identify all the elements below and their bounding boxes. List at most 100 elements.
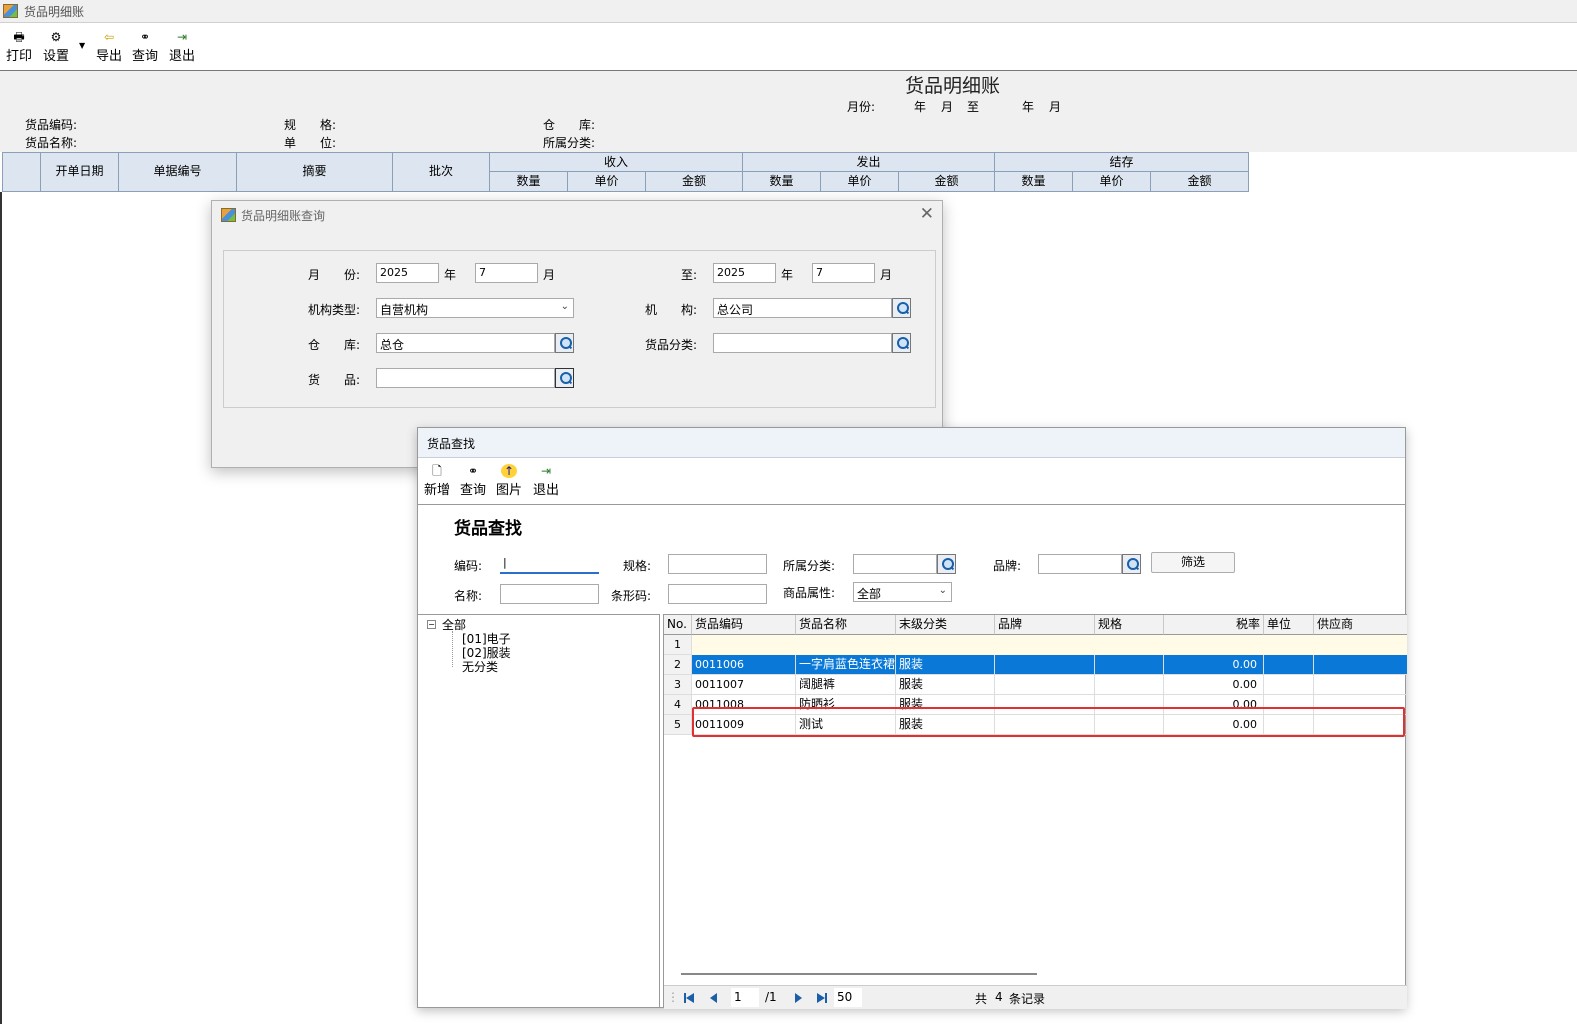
name-label: 名称: xyxy=(454,589,483,603)
barcode-input[interactable] xyxy=(668,584,767,604)
row-number: 1 xyxy=(664,635,692,655)
settings-dropdown-icon[interactable]: ▼ xyxy=(79,41,85,50)
cell-brand xyxy=(995,655,1095,675)
col-tax-rate[interactable]: 税率 xyxy=(1164,615,1264,635)
total-suffix: 条记录 xyxy=(1009,992,1046,1006)
month-to-input[interactable]: 7 xyxy=(812,263,875,283)
cell-unit xyxy=(1264,675,1314,695)
table-row[interactable]: 1 xyxy=(664,635,1407,655)
org-type-select[interactable]: 自营机构 ⌄ xyxy=(376,298,574,318)
collapse-icon[interactable]: − xyxy=(427,620,436,629)
col-batch[interactable]: 批次 xyxy=(393,153,490,191)
search-query-button[interactable]: ⚭ 查询 xyxy=(455,464,491,498)
last-page-icon[interactable] xyxy=(817,993,825,1003)
goods-input[interactable] xyxy=(376,368,555,388)
export-button[interactable]: ⇦ 导出 xyxy=(91,30,127,64)
attr-select[interactable]: 全部 ⌄ xyxy=(853,582,952,602)
brand-input[interactable] xyxy=(1038,554,1122,574)
goods-label: 货 品: xyxy=(308,373,361,387)
cell-category: 服装 xyxy=(896,675,995,695)
spec-filter-label: 规格: xyxy=(623,559,652,573)
org-search-icon[interactable] xyxy=(892,298,911,318)
print-button[interactable]: 🖶 打印 xyxy=(1,30,37,64)
next-page-icon[interactable] xyxy=(795,993,802,1003)
year-from-input[interactable]: 2025 xyxy=(376,263,439,283)
first-page-icon[interactable] xyxy=(686,993,694,1003)
cell-code: 0011006 xyxy=(692,655,796,675)
attr-label: 商品属性: xyxy=(783,586,836,600)
col-group-out: 发出 xyxy=(743,153,995,172)
new-button[interactable]: 🗋 新增 xyxy=(419,464,455,498)
page-size-input[interactable]: 50 xyxy=(834,988,862,1007)
report-month1: 月 xyxy=(941,100,954,114)
col-summary[interactable]: 摘要 xyxy=(237,153,393,191)
table-row[interactable]: 3 0011007 阔腿裤 服装 0.00 xyxy=(664,675,1407,695)
close-icon[interactable]: ✕ xyxy=(920,204,934,224)
last-page-bar-icon xyxy=(825,993,827,1003)
col-supplier[interactable]: 供应商 xyxy=(1314,615,1407,635)
category-filter-input[interactable] xyxy=(853,554,937,574)
export-icon: ⇦ xyxy=(103,30,115,44)
col-out-price[interactable]: 单价 xyxy=(821,172,899,191)
org-input[interactable]: 总公司 xyxy=(713,298,892,318)
code-input[interactable]: | xyxy=(500,554,599,574)
print-label: 打印 xyxy=(5,49,32,64)
cell-brand xyxy=(995,675,1095,695)
col-goods-name[interactable]: 货品名称 xyxy=(796,615,896,635)
year-to-input[interactable]: 2025 xyxy=(713,263,776,283)
month-from-input[interactable]: 7 xyxy=(475,263,538,283)
warehouse-input[interactable]: 总仓 xyxy=(376,333,555,353)
category-filter-label: 所属分类: xyxy=(783,559,836,573)
col-brand[interactable]: 品牌 xyxy=(995,615,1095,635)
exit-button[interactable]: ⇥ 退出 xyxy=(164,30,200,64)
category-filter-search-icon[interactable] xyxy=(937,554,956,574)
col-bal-qty[interactable]: 数量 xyxy=(995,172,1073,191)
col-in-price[interactable]: 单价 xyxy=(568,172,646,191)
col-out-qty[interactable]: 数量 xyxy=(743,172,821,191)
goods-search-icon[interactable] xyxy=(555,368,574,388)
col-bal-amount[interactable]: 金额 xyxy=(1151,172,1248,191)
col-date[interactable]: 开单日期 xyxy=(41,153,119,191)
binoculars-icon: ⚭ xyxy=(467,464,479,478)
warehouse-search-icon[interactable] xyxy=(555,333,574,353)
prev-page-icon[interactable] xyxy=(710,993,717,1003)
search-exit-button[interactable]: ⇥ 退出 xyxy=(528,464,564,498)
spec-input[interactable] xyxy=(668,554,767,574)
chevron-down-icon: ⌄ xyxy=(938,585,947,596)
col-unit[interactable]: 单位 xyxy=(1264,615,1314,635)
col-no[interactable]: No. xyxy=(664,615,692,635)
unit-label: 单 位: xyxy=(284,136,337,150)
goods-search-titlebar: 货品查找 xyxy=(418,428,1405,458)
table-row[interactable]: 2 0011006 一字肩蓝色连衣裙 服装 0.00 xyxy=(664,655,1407,675)
col-in-amount[interactable]: 金额 xyxy=(646,172,743,191)
dialog-app-icon xyxy=(221,208,236,222)
horizontal-scrollbar[interactable] xyxy=(681,973,1037,975)
name-input[interactable] xyxy=(500,584,599,604)
tree-node-uncategorized[interactable]: 无分类 xyxy=(462,658,498,675)
picture-button[interactable]: ↑ 图片 xyxy=(491,464,527,498)
report-title: 货品明细账 xyxy=(905,75,1001,97)
col-goods-code[interactable]: 货品编码 xyxy=(692,615,796,635)
col-category[interactable]: 末级分类 xyxy=(896,615,995,635)
row-indicator-header xyxy=(3,153,41,191)
col-bal-price[interactable]: 单价 xyxy=(1073,172,1151,191)
cell-spec xyxy=(1095,675,1164,695)
goods-name-label: 货品名称: xyxy=(25,136,78,150)
new-label: 新增 xyxy=(423,483,450,498)
col-in-qty[interactable]: 数量 xyxy=(490,172,568,191)
page-input[interactable]: 1 xyxy=(731,988,759,1007)
query-dialog-titlebar: 货品明细账查询 ✕ xyxy=(212,201,942,229)
first-page-bar-icon xyxy=(684,993,686,1003)
pager-grip-icon: ⋮ xyxy=(667,990,679,1004)
category-input[interactable] xyxy=(713,333,892,353)
col-spec[interactable]: 规格 xyxy=(1095,615,1164,635)
settings-button[interactable]: ⚙ 设置 xyxy=(38,30,74,64)
filter-button[interactable]: 筛选 xyxy=(1151,552,1235,573)
brand-search-icon[interactable] xyxy=(1122,554,1141,574)
col-out-amount[interactable]: 金额 xyxy=(899,172,995,191)
report-to: 至 xyxy=(967,100,980,114)
category-search-icon[interactable] xyxy=(892,333,911,353)
col-bill-no[interactable]: 单据编号 xyxy=(119,153,237,191)
report-year2: 年 xyxy=(1022,100,1035,114)
query-button[interactable]: ⚭ 查询 xyxy=(127,30,163,64)
